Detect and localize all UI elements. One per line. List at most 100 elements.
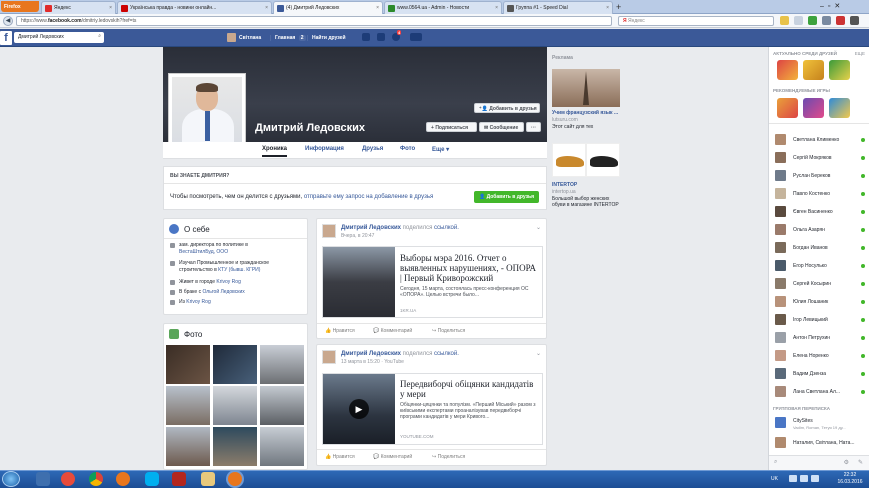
chat-contact[interactable]: Руслан Береков [773, 169, 867, 183]
ad-image[interactable] [552, 69, 620, 107]
url-bar[interactable]: https://www.facebook.com/dmitriy.ledovsk… [16, 16, 612, 26]
browser-tab-active[interactable]: (4) Дмитрий Ледовских × [273, 1, 383, 14]
volume-icon[interactable] [811, 475, 819, 482]
photo-thumb[interactable] [166, 345, 210, 384]
like-button[interactable]: 👍 Нравится [325, 454, 355, 460]
chat-contact[interactable]: Лана Светлана Ал... [773, 385, 867, 399]
search-icon[interactable]: ⌕ [774, 459, 777, 466]
close-icon[interactable]: × [606, 5, 609, 11]
firefox-active-icon[interactable] [228, 472, 242, 486]
chat-contact[interactable]: Ігор Левицький [773, 313, 867, 327]
photo-thumb[interactable] [260, 427, 304, 466]
chat-contact[interactable]: Євген Васиненко [773, 205, 867, 219]
tab-photos[interactable]: Фото [400, 146, 415, 152]
chat-contact[interactable]: Ольга Азарян [773, 223, 867, 237]
see-all-link[interactable]: ЕЩЕ [855, 51, 865, 56]
chat-contact[interactable]: Светлана Клименко [773, 133, 867, 147]
search-icon[interactable]: ⌕ [98, 33, 101, 39]
link-preview[interactable]: ▶ Передвиборчі обіцянки кандидатів у мер… [322, 373, 543, 445]
language-indicator[interactable]: UK [771, 476, 778, 482]
close-icon[interactable]: × [376, 5, 379, 11]
home-link[interactable]: Главная 2 [270, 35, 306, 41]
download-icon[interactable] [808, 16, 817, 25]
menu-icon[interactable] [850, 16, 859, 25]
clock[interactable]: 22:32 16.03.2016 [835, 472, 865, 486]
chat-contact[interactable]: Богдан Иванов [773, 241, 867, 255]
chat-group[interactable]: CitySites Vadim, Roman, Тетуя 19 ду... [773, 416, 867, 434]
tab-friends[interactable]: Друзья [362, 146, 383, 152]
chat-group[interactable]: Наталия, Світлана, Ната... [773, 436, 867, 450]
ad-title[interactable]: Учим французский язык ... [552, 110, 618, 116]
firefox-icon[interactable] [116, 472, 130, 486]
chat-search-bar[interactable]: ⌕ ⚙ ✎ [769, 455, 869, 470]
compose-icon[interactable]: ✎ [858, 459, 863, 466]
file-explorer-icon[interactable] [36, 472, 50, 486]
search-input[interactable]: Дмитрий Ледовских ⌕ [14, 32, 104, 43]
bookmark-star-icon[interactable] [780, 16, 789, 25]
close-icon[interactable]: × [265, 5, 268, 11]
ad-title[interactable]: INTERTOP [552, 182, 577, 188]
close-icon[interactable]: × [109, 5, 112, 11]
ad-image[interactable] [586, 143, 620, 177]
start-button[interactable] [2, 471, 20, 487]
share-button[interactable]: ↪ Поделиться [432, 328, 465, 334]
back-button[interactable]: ◀ [3, 16, 13, 26]
find-friends-link[interactable]: Найти друзей [307, 35, 346, 41]
gear-icon[interactable]: ⚙ [844, 459, 849, 466]
profile-picture[interactable] [168, 73, 246, 153]
friend-requests-icon[interactable] [362, 33, 370, 41]
chat-contact[interactable]: Вадим Дзенза [773, 367, 867, 381]
messages-icon[interactable] [377, 33, 385, 41]
game-icon[interactable] [777, 60, 798, 80]
facebook-logo-icon[interactable]: f [0, 31, 12, 45]
folder-icon[interactable] [201, 472, 215, 486]
bookmarks-icon[interactable] [794, 16, 803, 25]
chrome-icon[interactable] [89, 472, 103, 486]
game-icon[interactable] [803, 98, 824, 118]
photo-thumb[interactable] [166, 386, 210, 425]
opera-icon[interactable] [61, 472, 75, 486]
friend-request-link[interactable]: отправьте ему запрос на добавление в дру… [304, 194, 433, 200]
browser-tab[interactable]: www.0564.ua - Admin - Новости × [384, 1, 502, 14]
tray-icon[interactable] [789, 475, 797, 482]
user-name-link[interactable]: Світлана [239, 35, 261, 41]
add-friend-button-green[interactable]: 👤 Добавить в друзья [474, 191, 540, 203]
chat-contact[interactable]: Елена Норенко [773, 349, 867, 363]
post-time[interactable]: Вчера, в 20:47 [341, 233, 374, 239]
avatar[interactable] [227, 33, 236, 42]
tab-about[interactable]: Информация [305, 146, 344, 152]
post-time[interactable]: 13 марта в 15:20 · YouTube [341, 359, 404, 365]
chat-contact[interactable]: Сергій Мокряков [773, 151, 867, 165]
more-button[interactable]: ··· [526, 122, 541, 132]
like-button[interactable]: 👍 Нравится [325, 328, 355, 334]
add-friend-button[interactable]: ⁺👤 Добавить в друзья [474, 103, 540, 113]
browser-tab[interactable]: Группа #1 - Speed Dial × [503, 1, 613, 14]
share-button[interactable]: ↪ Поделиться [432, 454, 465, 460]
message-button[interactable]: ✉ Сообщение [479, 122, 524, 132]
comment-button[interactable]: 💬 Комментарий [373, 328, 412, 334]
chevron-down-icon[interactable]: ⌄ [536, 350, 541, 357]
photo-thumb[interactable] [260, 345, 304, 384]
chevron-down-icon[interactable]: ⌄ [536, 224, 541, 231]
firefox-menu-button[interactable]: Firefox [1, 1, 39, 12]
new-tab-button[interactable]: + [616, 2, 626, 12]
browser-tab[interactable]: Українська правда - новини онлайн... × [117, 1, 272, 14]
photo-thumb[interactable] [213, 386, 257, 425]
game-icon[interactable] [829, 60, 850, 80]
addon-icon[interactable] [836, 16, 845, 25]
skype-icon[interactable] [145, 472, 159, 486]
network-icon[interactable] [800, 475, 808, 482]
tab-more[interactable]: Еще ▾ [432, 146, 449, 153]
chat-contact[interactable]: Сергей Косырин [773, 277, 867, 291]
account-menu-icon[interactable] [410, 33, 422, 41]
follow-button[interactable]: + Подписаться [426, 122, 477, 132]
game-icon[interactable] [803, 60, 824, 80]
photo-thumb[interactable] [166, 427, 210, 466]
profile-name[interactable]: Дмитрий Ледовских [255, 122, 365, 134]
browser-tab[interactable]: Яндекс × [41, 1, 116, 14]
game-icon[interactable] [777, 98, 798, 118]
comment-button[interactable]: 💬 Комментарий [373, 454, 412, 460]
chat-contact[interactable]: Юлия Лошаник [773, 295, 867, 309]
chat-contact[interactable]: Антон Петрухин [773, 331, 867, 345]
chat-contact[interactable]: Павло Костенко [773, 187, 867, 201]
